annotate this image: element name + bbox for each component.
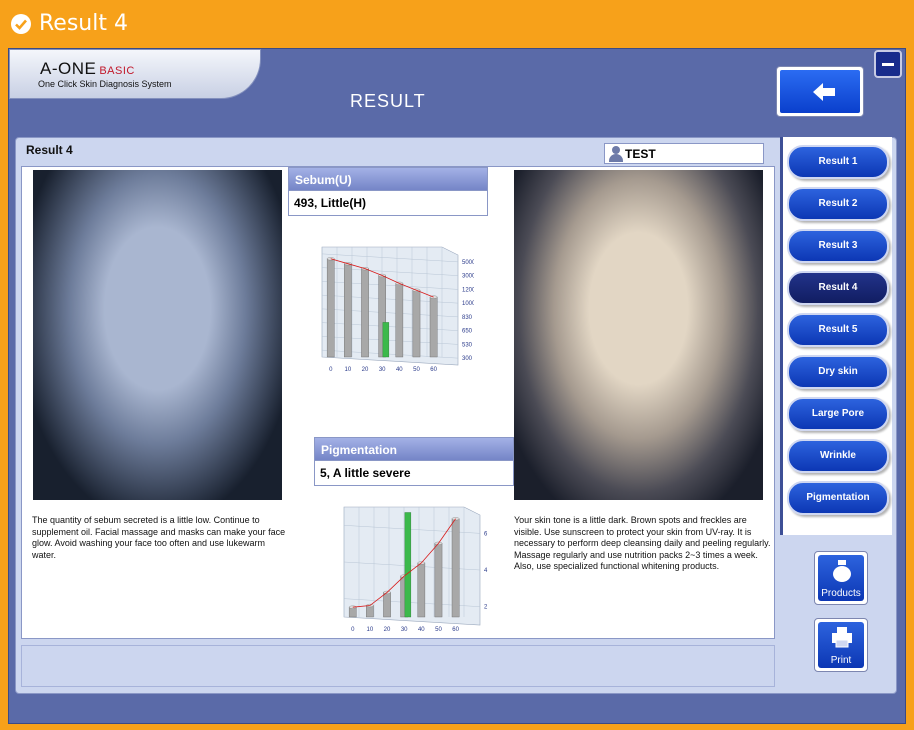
products-button[interactable]: Products [814, 551, 868, 605]
x-tick-label: 50 [413, 367, 420, 373]
highlight-bar [404, 512, 412, 618]
uv-face-photo [33, 170, 282, 500]
sidebar-item-result-3[interactable]: Result 3 [787, 229, 889, 263]
chart-bar [361, 268, 369, 358]
pigmentation-result-box: Pigmentation 5, A little severe [314, 437, 514, 492]
y-tick-label: 5000 [462, 260, 474, 266]
y-tick-label: 650 [462, 329, 473, 335]
x-tick-label: 30 [379, 367, 386, 373]
sidebar-item-result-5[interactable]: Result 5 [787, 313, 889, 347]
x-tick-label: 10 [345, 367, 352, 373]
print-label: Print [830, 655, 852, 666]
normal-face-photo [514, 170, 763, 500]
sidebar-item-result-4[interactable]: Result 4 [787, 271, 889, 305]
y-tick-label: 6 [484, 531, 488, 537]
chart-background [321, 246, 459, 366]
x-tick-label: 0 [329, 367, 333, 373]
chart-bar [429, 296, 438, 358]
minimize-button[interactable] [874, 50, 902, 78]
footer-strip [21, 645, 775, 687]
sidebar-item-dry-skin[interactable]: Dry skin [787, 355, 889, 389]
x-tick-label: 40 [396, 367, 403, 373]
chart-bar [417, 562, 426, 618]
x-tick-label: 0 [351, 627, 355, 633]
sebum-label: Sebum(U) [288, 167, 488, 191]
pigmentation-value: 5, A little severe [314, 461, 514, 486]
printer-icon [832, 627, 852, 648]
y-tick-label: 1000 [462, 301, 474, 307]
x-tick-label: 10 [367, 627, 374, 633]
pigmentation-label: Pigmentation [314, 437, 514, 461]
sebum-result-box: Sebum(U) 493, Little(H) [288, 167, 488, 222]
x-tick-label: 20 [384, 627, 391, 633]
brand-logo: A-ONE BASIC One Click Skin Diagnosis Syst… [9, 49, 261, 99]
print-button[interactable]: Print [814, 618, 868, 672]
x-tick-label: 60 [452, 627, 459, 633]
pigmentation-description: Your skin tone is a little dark. Brown s… [514, 515, 771, 571]
chart-bar [326, 258, 335, 358]
y-tick-label: 2 [484, 605, 488, 611]
window-titlebar: Result 4 [0, 0, 914, 48]
chart-bar [383, 592, 391, 618]
user-icon [608, 146, 624, 162]
chart-bar [412, 290, 421, 358]
sidebar-item-result-2[interactable]: Result 2 [787, 187, 889, 221]
y-tick-label: 530 [462, 342, 473, 348]
chart-bar [344, 263, 352, 358]
x-tick-label: 50 [435, 627, 442, 633]
x-tick-label: 30 [401, 627, 408, 633]
x-tick-label: 60 [430, 367, 437, 373]
user-name: TEST [625, 147, 656, 161]
sidebar-item-large-pore[interactable]: Large Pore [787, 397, 889, 431]
sebum-description: The quantity of sebum secreted is a litt… [32, 515, 286, 560]
back-arrow-icon [813, 83, 835, 101]
sidebar-item-wrinkle[interactable]: Wrinkle [787, 439, 889, 473]
checkmark-icon [11, 14, 31, 34]
window-title: Result 4 [39, 11, 128, 36]
bottle-icon [833, 560, 851, 582]
products-label: Products [821, 588, 861, 599]
pigmentation-chart: 2460 10 20 30 40 50 60 [343, 506, 488, 633]
sebum-chart: 300 530 650 830 1000 1200 3000 5000 0 10 20 30 40 50 6… [321, 246, 474, 373]
page-title: RESULT [350, 91, 426, 111]
user-box: TEST [604, 143, 764, 164]
panel-heading: Result 4 [26, 143, 73, 157]
back-button[interactable] [776, 66, 864, 117]
app-window: A-ONE BASIC One Click Skin Diagnosis Syst… [8, 48, 906, 724]
sidebar-item-pigmentation[interactable]: Pigmentation [787, 481, 889, 515]
y-tick-label: 1200 [462, 287, 474, 293]
y-tick-label: 830 [462, 315, 473, 321]
chart-bar [434, 543, 443, 618]
highlight-bar [382, 322, 390, 358]
y-tick-label: 3000 [462, 274, 474, 280]
result-content: The quantity of sebum secreted is a litt… [21, 166, 775, 639]
chart-bar [366, 605, 374, 618]
chart-bar [395, 283, 404, 358]
y-tick-label: 300 [462, 356, 473, 362]
result-sidebar: Result 1 Result 2 Result 3 Result 4 Resu… [780, 137, 892, 535]
x-tick-label: 20 [362, 367, 369, 373]
sidebar-item-result-1[interactable]: Result 1 [787, 145, 889, 179]
brand-edition: BASIC [99, 65, 135, 77]
sebum-value: 493, Little(H) [288, 191, 488, 216]
y-tick-label: 4 [484, 568, 488, 574]
brand-name: A-ONE [40, 59, 97, 78]
result-panel: Result 4 TEST The quantity of sebum secr… [15, 137, 897, 694]
x-tick-label: 40 [418, 627, 425, 633]
brand-tagline: One Click Skin Diagnosis System [38, 79, 172, 89]
chart-bar [451, 518, 460, 618]
